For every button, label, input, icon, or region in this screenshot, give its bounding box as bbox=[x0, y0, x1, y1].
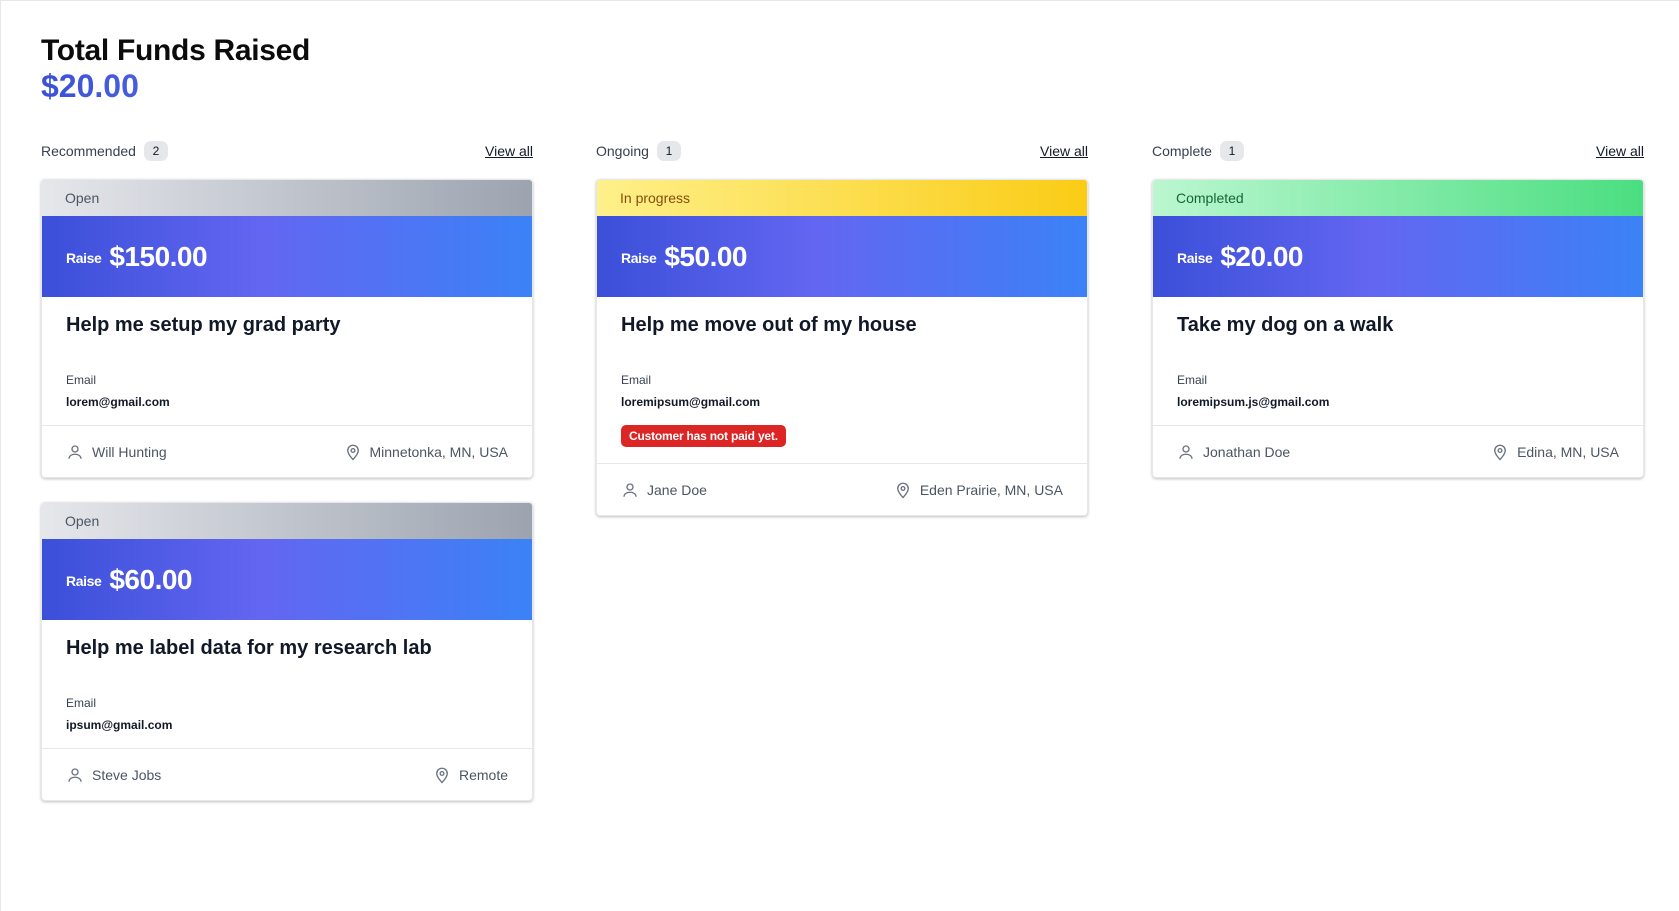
person: Jonathan Doe bbox=[1177, 443, 1290, 461]
email-value: loremipsum@gmail.com bbox=[621, 395, 761, 409]
payment-alert-badge: Customer has not paid yet. bbox=[621, 425, 786, 447]
location: Remote bbox=[433, 766, 508, 784]
status-bar: Open bbox=[42, 503, 532, 539]
total-funds-amount: $20.00 bbox=[41, 68, 310, 104]
email-label: Email bbox=[66, 373, 97, 387]
task-card[interactable]: Open Raise $60.00 Help me label data for… bbox=[41, 502, 533, 801]
task-title: Help me move out of my house bbox=[621, 314, 917, 336]
user-icon bbox=[68, 444, 82, 459]
email-label: Email bbox=[66, 696, 97, 710]
column-recommended: Recommended 2 View all Open Raise $150.0… bbox=[41, 139, 533, 825]
funds-header: Total Funds Raised $20.00 bbox=[41, 34, 310, 104]
raise-banner: Raise $50.00 bbox=[597, 216, 1087, 297]
raise-banner: Raise $20.00 bbox=[1153, 216, 1643, 297]
task-title: Help me label data for my research lab bbox=[66, 637, 432, 659]
column-header: Complete 1 View all bbox=[1152, 139, 1644, 163]
column-title: Ongoing bbox=[596, 143, 649, 159]
raise-banner: Raise $150.00 bbox=[42, 216, 532, 297]
page-title: Total Funds Raised bbox=[41, 34, 311, 67]
column-ongoing: Ongoing 1 View all In progress Raise $50… bbox=[596, 139, 1088, 540]
email-value: loremipsum.js@gmail.com bbox=[1177, 395, 1330, 409]
location-text: Eden Prairie, MN, USA bbox=[919, 481, 1063, 498]
email-label: Email bbox=[621, 373, 652, 387]
count-badge: 2 bbox=[143, 141, 168, 161]
location-text: Minnetonka, MN, USA bbox=[369, 443, 509, 460]
column-header: Recommended 2 View all bbox=[41, 139, 533, 163]
column-complete: Complete 1 View all Completed Raise $20.… bbox=[1152, 139, 1644, 502]
location-pin-icon bbox=[436, 767, 448, 783]
card-body: Help me label data for my research lab E… bbox=[42, 620, 532, 748]
card-body: Take my dog on a walk Email loremipsum.j… bbox=[1153, 297, 1643, 425]
view-all-link[interactable]: View all bbox=[1596, 143, 1644, 159]
task-title: Take my dog on a walk bbox=[1177, 314, 1394, 336]
user-icon bbox=[623, 482, 637, 497]
view-all-link[interactable]: View all bbox=[485, 143, 533, 159]
count-badge: 1 bbox=[1219, 141, 1244, 161]
view-all-link[interactable]: View all bbox=[1040, 143, 1088, 159]
location-pin-icon bbox=[346, 444, 359, 460]
raise-amount: $50.00 bbox=[664, 240, 747, 272]
card-footer: Steve Jobs Remote bbox=[42, 748, 532, 800]
email-value: ipsum@gmail.com bbox=[66, 718, 173, 732]
column-title: Complete bbox=[1152, 143, 1212, 159]
raise-label: Raise bbox=[621, 250, 657, 266]
location-pin-icon bbox=[1494, 444, 1506, 460]
person-name: Jane Doe bbox=[647, 481, 707, 498]
card-footer: Jane Doe Eden Prairie, MN, USA bbox=[597, 463, 1087, 515]
column-header: Ongoing 1 View all bbox=[596, 139, 1088, 163]
raise-amount: $60.00 bbox=[109, 563, 192, 595]
raise-label: Raise bbox=[1177, 250, 1213, 266]
user-icon bbox=[68, 767, 82, 782]
location-pin-icon bbox=[896, 482, 909, 498]
card-body: Help me setup my grad party Email lorem@… bbox=[42, 297, 532, 425]
person: Will Hunting bbox=[66, 443, 167, 461]
person: Steve Jobs bbox=[66, 766, 161, 784]
task-title: Help me setup my grad party bbox=[66, 314, 341, 336]
raise-amount: $150.00 bbox=[109, 240, 208, 272]
raise-label: Raise bbox=[66, 573, 102, 589]
status-bar: Open bbox=[42, 180, 532, 216]
raise-banner: Raise $60.00 bbox=[42, 539, 532, 620]
person: Jane Doe bbox=[621, 481, 707, 499]
location-text: Remote bbox=[458, 766, 508, 783]
card-footer: Will Hunting Minnetonka, MN, USA bbox=[42, 425, 532, 477]
email-value: lorem@gmail.com bbox=[66, 395, 170, 409]
location: Eden Prairie, MN, USA bbox=[894, 481, 1063, 499]
task-card[interactable]: In progress Raise $50.00 Help me move ou… bbox=[596, 179, 1088, 516]
task-card[interactable]: Open Raise $150.00 Help me setup my grad… bbox=[41, 179, 533, 478]
email-label: Email bbox=[1177, 373, 1208, 387]
column-title: Recommended bbox=[41, 143, 136, 159]
count-badge: 1 bbox=[656, 141, 681, 161]
status-bar: Completed bbox=[1153, 180, 1643, 216]
location: Minnetonka, MN, USA bbox=[344, 443, 509, 461]
location: Edina, MN, USA bbox=[1491, 443, 1619, 461]
person-name: Will Hunting bbox=[92, 443, 167, 460]
raise-label: Raise bbox=[66, 250, 102, 266]
person-name: Steve Jobs bbox=[92, 766, 162, 783]
status-bar: In progress bbox=[597, 180, 1087, 216]
card-footer: Jonathan Doe Edina, MN, USA bbox=[1153, 425, 1643, 477]
location-text: Edina, MN, USA bbox=[1517, 443, 1619, 460]
user-icon bbox=[1179, 444, 1193, 459]
task-card[interactable]: Completed Raise $20.00 Take my dog on a … bbox=[1152, 179, 1644, 478]
person-name: Jonathan Doe bbox=[1203, 443, 1291, 460]
card-body: Help me move out of my house Email lorem… bbox=[597, 297, 1087, 463]
raise-amount: $20.00 bbox=[1220, 240, 1303, 272]
